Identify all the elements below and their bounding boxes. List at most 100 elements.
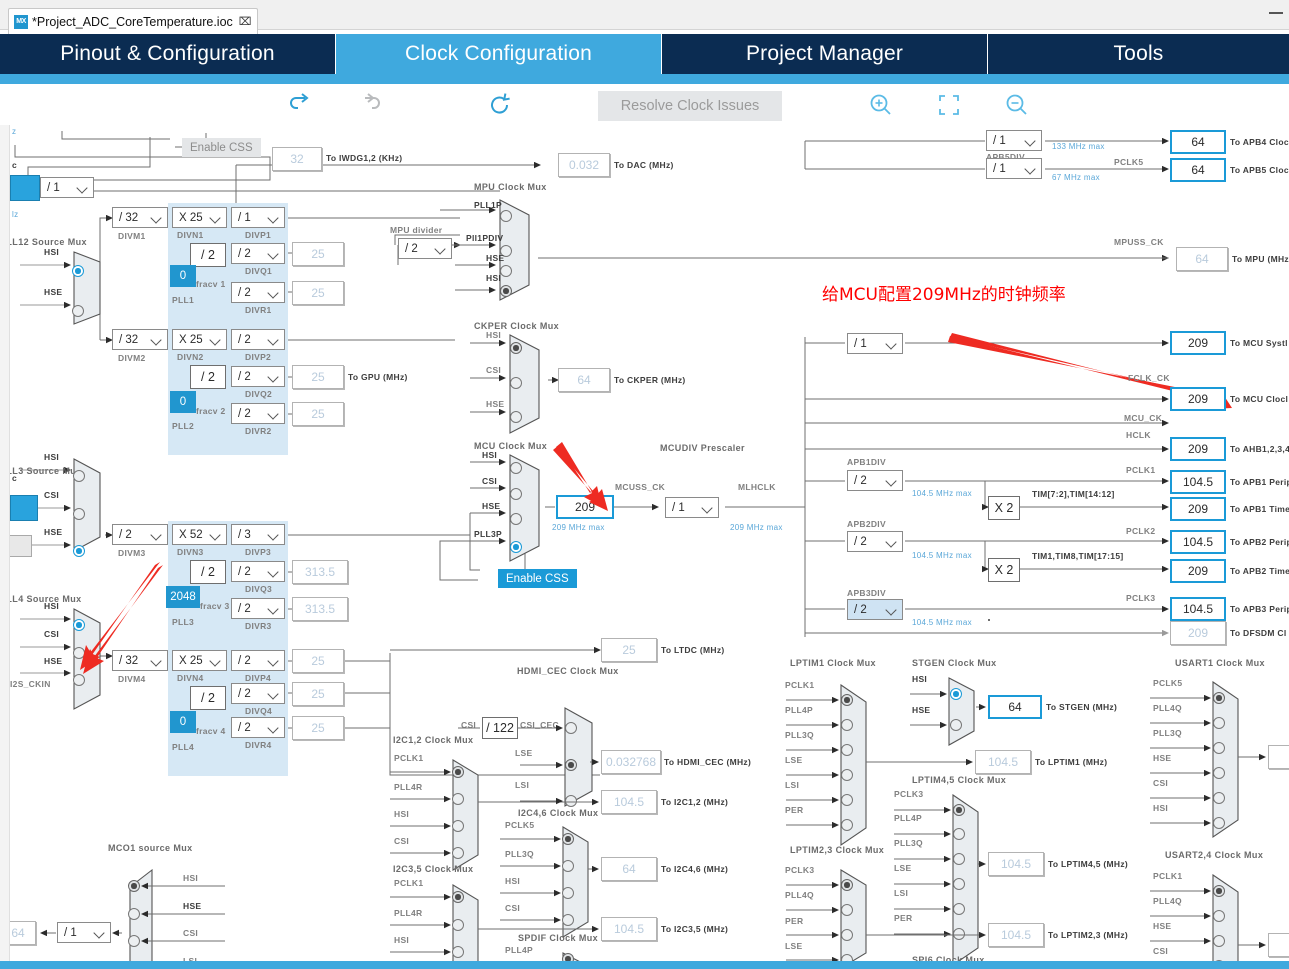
divn1-combo[interactable]: X 25 [172, 207, 227, 228]
usart1-radio-pclk5[interactable] [1213, 692, 1225, 704]
apb3div-combo[interactable]: / 2 [847, 599, 903, 620]
usart1-radio-pll3q[interactable] [1213, 742, 1225, 754]
lptim1-radio-lse[interactable] [841, 769, 853, 781]
lptim1-radio-pll4p[interactable] [841, 719, 853, 731]
i2c12-radio-hsi[interactable] [452, 820, 464, 832]
i2c35-radio-pll4r[interactable] [452, 919, 464, 931]
pll3-radio-csi[interactable] [73, 508, 85, 520]
mpu-divider-combo[interactable]: / 2 [398, 238, 452, 259]
mcu-radio-csi[interactable] [510, 488, 522, 500]
i2c46-radio-csi[interactable] [562, 914, 574, 926]
lptim45-radio-pll3q[interactable] [953, 853, 965, 865]
lptim1-radio-per[interactable] [841, 819, 853, 831]
divp4-combo[interactable]: / 2 [231, 650, 285, 671]
lptim45-radio-lse[interactable] [953, 878, 965, 890]
apb1div-combo[interactable]: / 2 [847, 470, 903, 491]
mcu-radio-hse[interactable] [510, 513, 522, 525]
hdmi-cec-radio-csi-cec[interactable] [565, 722, 577, 734]
mpu-radio-hsi[interactable] [500, 285, 512, 297]
pll1-fracv-box[interactable]: 0 [170, 265, 196, 287]
close-icon[interactable]: ⌧ [237, 15, 252, 28]
divn4-combo[interactable]: X 25 [172, 650, 227, 671]
apb1-periph-value-field[interactable]: 104.5 [1170, 470, 1226, 494]
ltdc-value-field[interactable]: 25 [601, 638, 657, 662]
i2c12-value-field[interactable]: 104.5 [601, 790, 657, 814]
lptim45-radio-pll4p[interactable] [953, 828, 965, 840]
lptim45-radio-lsi[interactable] [953, 903, 965, 915]
lsi-source-block[interactable] [10, 175, 40, 201]
lptim1-radio-pll3q[interactable] [841, 744, 853, 756]
divq2-combo[interactable]: / 2 [231, 366, 285, 387]
apb4-value-field[interactable]: 64 [1170, 130, 1226, 154]
hse-source-block[interactable] [8, 535, 32, 557]
pll12-source-mux[interactable] [70, 248, 106, 333]
divm4-combo[interactable]: / 32 [112, 650, 168, 671]
mco1-radio-hse[interactable] [128, 908, 140, 920]
redo-icon[interactable] [356, 92, 382, 123]
divq4-combo[interactable]: / 2 [231, 683, 285, 704]
divr2-combo[interactable]: / 2 [231, 403, 285, 424]
i2c35-radio-hsi[interactable] [452, 946, 464, 958]
hdmi-cec-radio-lse[interactable] [565, 759, 577, 771]
pll3q-value-field[interactable]: 313.5 [292, 560, 348, 584]
mcu-system-value-field[interactable]: 209 [1170, 331, 1226, 355]
pll12-radio-hse[interactable] [72, 305, 84, 317]
divq3-combo[interactable]: / 2 [231, 561, 285, 582]
ckper-value-field[interactable]: 64 [558, 368, 610, 392]
hdmi-cec-radio-lsi[interactable] [565, 795, 577, 807]
undo-icon[interactable] [288, 92, 314, 123]
zoom-out-icon[interactable] [1004, 92, 1030, 123]
clock-tree-canvas[interactable]: z c lz / 1 Enable CSS 32 To IWDG1,2 (KHz… [0, 125, 1289, 965]
lptim45-radio-per[interactable] [953, 928, 965, 940]
apb1-timer-value-field[interactable]: 209 [1170, 497, 1226, 521]
mco1-divider-combo[interactable]: / 1 [57, 922, 111, 943]
ckper-radio-hsi[interactable] [510, 342, 522, 354]
divr3-combo[interactable]: / 2 [231, 598, 285, 619]
i2c35-radio-pclk1[interactable] [452, 891, 464, 903]
divq1-combo[interactable]: / 2 [231, 243, 285, 264]
usart1-radio-hsi[interactable] [1213, 817, 1225, 829]
lptim1-radio-pclk1[interactable] [841, 694, 853, 706]
i2c12-radio-pclk1[interactable] [452, 766, 464, 778]
stgen-value-field[interactable]: 64 [988, 695, 1042, 719]
mcu-radio-hsi[interactable] [510, 462, 522, 474]
lptim45-clock-mux[interactable] [948, 790, 988, 965]
pll3r-value-field[interactable]: 313.5 [292, 597, 348, 621]
usart1-radio-csi[interactable] [1213, 792, 1225, 804]
i2c35-value-field[interactable]: 104.5 [601, 917, 657, 941]
apb5div-combo[interactable]: / 1 [986, 158, 1042, 179]
enable-css-button-top[interactable]: Enable CSS [182, 138, 261, 157]
pll1q-value-field[interactable]: 25 [292, 242, 344, 266]
apb4div-combo[interactable]: / 1 [986, 130, 1042, 151]
pll2q-value-field[interactable]: 25 [292, 365, 344, 389]
apb2-periph-value-field[interactable]: 104.5 [1170, 530, 1226, 554]
nav-tools[interactable]: Tools [988, 34, 1289, 74]
mpu-radio-pll1p[interactable] [500, 210, 512, 222]
mcudiv-combo[interactable]: / 1 [847, 333, 903, 354]
usart24-radio-pclk1[interactable] [1213, 885, 1225, 897]
mcu-radio-pll3p[interactable] [510, 541, 522, 553]
nav-project-manager[interactable]: Project Manager [662, 34, 988, 74]
stgen-clock-mux[interactable] [944, 673, 984, 758]
mcu-clock-value-field[interactable]: 209 [1170, 387, 1226, 411]
pll3-fracv-box[interactable]: 2048 [166, 586, 200, 608]
reset-icon[interactable] [487, 92, 513, 123]
pll4-radio-csi[interactable] [73, 647, 85, 659]
i2c46-radio-pll3q[interactable] [562, 860, 574, 872]
pll4-radio-hsi[interactable] [73, 619, 85, 631]
usart24-radio-hse[interactable] [1213, 935, 1225, 947]
fit-to-screen-icon[interactable] [936, 92, 962, 123]
divr4-combo[interactable]: / 2 [231, 717, 285, 738]
ckper-radio-csi[interactable] [510, 377, 522, 389]
divn3-combo[interactable]: X 52 [172, 524, 227, 545]
divn2-combo[interactable]: X 25 [172, 329, 227, 350]
divp1-combo[interactable]: / 1 [231, 207, 285, 228]
pll4-radio-hse[interactable] [73, 674, 85, 686]
apb2-timer-value-field[interactable]: 209 [1170, 559, 1226, 583]
divm2-combo[interactable]: / 32 [112, 329, 168, 350]
usart24-value-field[interactable]: 10 [1268, 933, 1289, 957]
apb3-periph-value-field[interactable]: 104.5 [1170, 597, 1226, 621]
pll4-fracv-box[interactable]: 0 [170, 711, 196, 733]
divm3-combo[interactable]: / 2 [112, 524, 168, 545]
pll2r-value-field[interactable]: 25 [292, 402, 344, 426]
